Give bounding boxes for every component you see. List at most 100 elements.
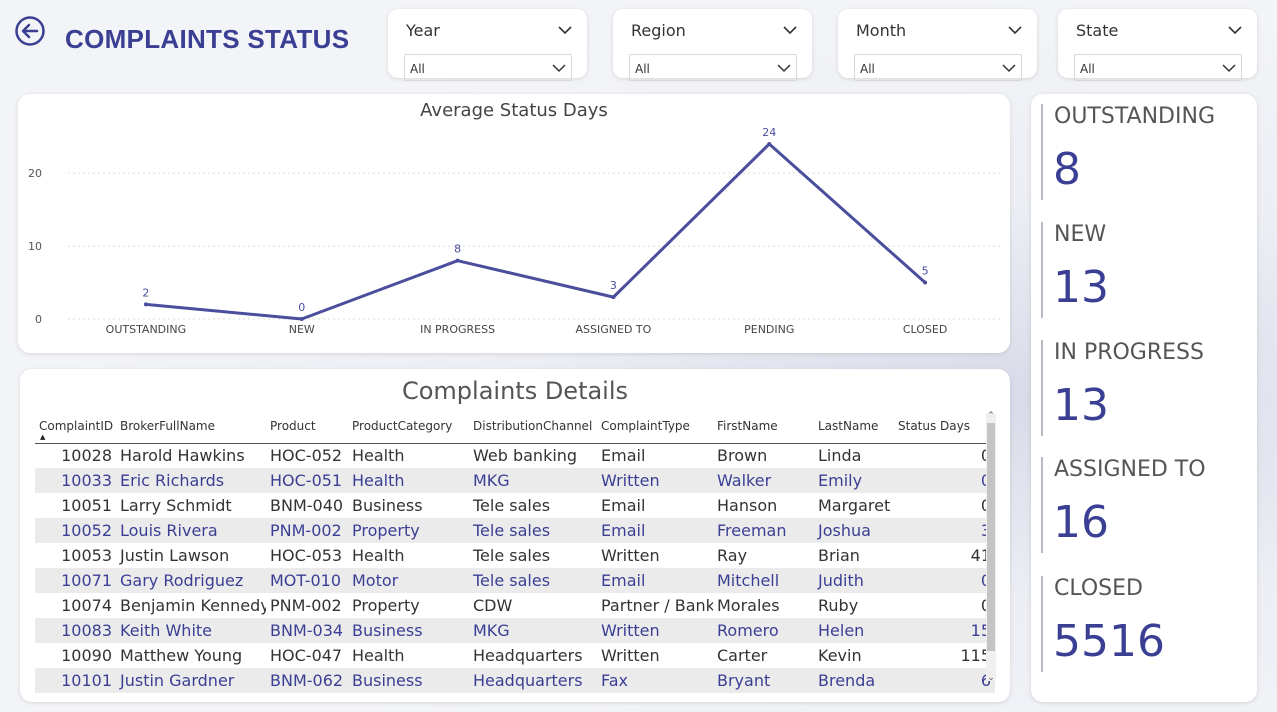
table-row[interactable]: 10033 Eric Richards HOC-051 Health MKG Writte… xyxy=(35,468,995,493)
line-chart-svg: 0 10 20 2 OUTSTANDING 0 NEW 8 IN PROGRESS 3 ASSIGN… xyxy=(28,126,1003,336)
table-cell: Fax xyxy=(597,668,713,693)
table-cell: BNM-040 xyxy=(270,496,344,515)
column-header[interactable]: DistributionChannel xyxy=(469,409,597,444)
chevron-down-icon[interactable] xyxy=(1007,24,1023,36)
table-cell: 10090 xyxy=(61,646,112,665)
table-cell: Email xyxy=(597,518,713,543)
table-scrollbar[interactable]: ⌃ ⌄ xyxy=(986,411,996,683)
table-row[interactable]: 10051 Larry Schmidt BNM-040 Business Tele sa… xyxy=(35,493,995,518)
table-cell: Helen xyxy=(814,618,894,643)
table-cell: Email xyxy=(601,496,646,515)
chevron-down-icon[interactable] xyxy=(1227,24,1243,36)
table-cell: Written xyxy=(601,546,660,565)
month-dropdown[interactable]: All xyxy=(854,54,1022,81)
x-category-label: NEW xyxy=(289,323,315,336)
kpi-new: NEW 13 xyxy=(1041,222,1109,318)
series-line[interactable] xyxy=(145,142,927,321)
data-label: 8 xyxy=(454,243,461,256)
table-cell: Health xyxy=(352,646,405,665)
data-label: 2 xyxy=(142,286,149,299)
table-cell: 115 xyxy=(960,646,991,665)
table-cell: 10051 xyxy=(61,496,112,515)
kpi-label: NEW xyxy=(1054,222,1107,247)
chevron-down-icon[interactable] xyxy=(557,24,573,36)
region-dropdown[interactable]: All xyxy=(629,54,797,81)
table-title: Complaints Details xyxy=(401,377,629,405)
table-row[interactable]: 10071 Gary Rodriguez MOT-010 Motor Tele sale… xyxy=(35,568,995,593)
data-label: 0 xyxy=(298,301,305,314)
table-cell: 41 xyxy=(970,546,991,565)
chevron-down-icon[interactable] xyxy=(782,24,798,36)
data-point[interactable] xyxy=(455,258,460,263)
table-cell: PNM-002 xyxy=(270,596,342,615)
scroll-thumb[interactable] xyxy=(987,423,995,651)
table-cell: 0 xyxy=(894,468,995,493)
data-point[interactable] xyxy=(611,295,616,300)
slicer-label: Year xyxy=(406,21,440,40)
data-label: 3 xyxy=(610,279,617,292)
average-status-days-chart[interactable]: Average Status Days 0 10 20 2 OUTSTANDING 0 NE… xyxy=(18,94,1010,353)
column-header[interactable]: Status Days xyxy=(894,409,995,444)
table-row[interactable]: 10083 Keith White BNM-034 Business MKG Writte… xyxy=(35,618,995,643)
chevron-down-icon xyxy=(1222,64,1236,73)
dropdown-value: All xyxy=(410,62,425,76)
scroll-down-icon[interactable]: ⌄ xyxy=(986,673,996,683)
column-header[interactable]: Product xyxy=(266,409,348,444)
table-cell: 0 xyxy=(894,493,995,518)
year-dropdown[interactable]: All xyxy=(404,54,572,81)
table-cell: Joshua xyxy=(814,518,894,543)
table-cell: Email xyxy=(601,446,646,466)
month-slicer[interactable]: Month All xyxy=(838,9,1037,81)
table-cell: CDW xyxy=(473,596,513,615)
column-header[interactable]: ComplaintType xyxy=(597,409,713,444)
column-header[interactable]: LastName xyxy=(814,409,894,444)
column-header[interactable]: BrokerFullName xyxy=(116,409,266,444)
table-cell: 10074 xyxy=(61,596,112,615)
dropdown-value: All xyxy=(860,62,875,76)
data-point[interactable] xyxy=(923,280,928,285)
region-slicer[interactable]: Region All xyxy=(613,9,812,81)
kpi-value: 16 xyxy=(1053,497,1109,548)
x-category-label: PENDING xyxy=(744,323,794,336)
table-cell: Partner / Bank xyxy=(601,596,713,615)
year-slicer[interactable]: Year All xyxy=(388,9,587,81)
complaints-details-table-card[interactable]: Complaints Details ComplaintID BrokerFull… xyxy=(20,369,1010,702)
back-arrow-icon xyxy=(15,16,45,46)
table-cell: Written xyxy=(597,618,713,643)
back-button[interactable] xyxy=(14,15,46,47)
column-header[interactable]: ProductCategory xyxy=(348,409,469,444)
table-row[interactable]: 10074 Benjamin Kennedy PNM-002 Property CDW P… xyxy=(35,593,995,618)
data-point[interactable] xyxy=(143,302,148,307)
complaints-table[interactable]: ComplaintID BrokerFullName Product ProductC… xyxy=(35,409,995,693)
table-cell: Keith White xyxy=(116,618,266,643)
table-row[interactable]: 10053 Justin Lawson HOC-053 Health Tele sale… xyxy=(35,543,995,568)
state-slicer[interactable]: State All xyxy=(1058,9,1257,81)
table-cell: 10071 xyxy=(35,568,116,593)
data-label: 5 xyxy=(922,265,929,278)
column-header[interactable]: FirstName xyxy=(713,409,814,444)
table-cell: Brenda xyxy=(814,668,894,693)
table-cell: Kevin xyxy=(818,646,862,665)
kpi-closed: CLOSED 5516 xyxy=(1041,576,1165,672)
table-row[interactable]: 10052 Louis Rivera PNM-002 Property Tele sal… xyxy=(35,518,995,543)
table-cell: MKG xyxy=(469,618,597,643)
column-header[interactable]: ComplaintID xyxy=(35,409,116,444)
data-point[interactable] xyxy=(767,142,772,146)
table-cell: Justin Gardner xyxy=(116,668,266,693)
x-category-label: ASSIGNED TO xyxy=(576,323,652,336)
table-row[interactable]: 10101 Justin Gardner BNM-062 Business Headqu… xyxy=(35,668,995,693)
x-category-label: CLOSED xyxy=(903,323,947,336)
table-cell: Morales xyxy=(717,596,780,615)
table-row[interactable]: 10028 Harold Hawkins HOC-052 Health Web bank… xyxy=(35,443,995,468)
table-cell: BNM-062 xyxy=(266,668,348,693)
kpi-label: IN PROGRESS xyxy=(1054,340,1204,365)
table-cell: Gary Rodriguez xyxy=(116,568,266,593)
table-cell: 10052 xyxy=(35,518,116,543)
scroll-up-icon[interactable]: ⌃ xyxy=(986,411,996,421)
data-point[interactable] xyxy=(299,317,304,321)
table-cell: Brown xyxy=(717,446,768,466)
table-row[interactable]: 10090 Matthew Young HOC-047 Health Headquart… xyxy=(35,643,995,668)
state-dropdown[interactable]: All xyxy=(1074,54,1242,81)
table-cell: Margaret xyxy=(818,496,891,515)
sort-ascending-icon[interactable]: ▲ xyxy=(40,433,45,441)
